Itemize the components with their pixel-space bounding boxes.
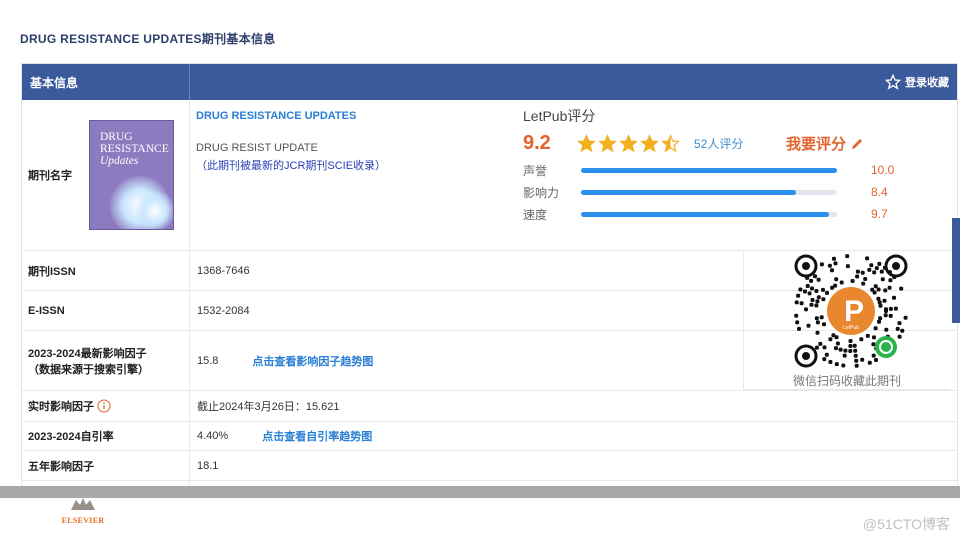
table-row-realtime-if: 实时影响因子 截止2024年3月26日：15.621	[22, 390, 957, 421]
star-outline-icon	[885, 74, 901, 90]
info-icon[interactable]	[97, 399, 111, 413]
rating-score: 9.2	[523, 131, 551, 154]
jcr-note: （此期刊被最新的JCR期刊SCIE收录）	[196, 160, 387, 172]
self-citation-label: 2023-2024自引率	[22, 422, 190, 450]
bookmark-label: 登录收藏	[905, 77, 949, 89]
star-full-icon	[640, 133, 659, 152]
realtime-if-label: 实时影响因子	[22, 391, 190, 421]
star-full-icon	[619, 133, 638, 152]
self-citation-value: 4.40%	[197, 430, 229, 442]
rating-bar-label: 声誉	[523, 163, 548, 178]
qr-logo-text: LetPub	[843, 325, 859, 331]
star-full-icon	[598, 133, 617, 152]
rating-bar-value: 9.7	[871, 207, 888, 221]
self-citation-trend-link[interactable]: 点击查看自引率趋势图	[262, 428, 372, 444]
header-label: 基本信息	[22, 64, 190, 100]
qr-caption: 微信扫码收藏此期刊	[792, 374, 901, 388]
qr-code-image[interactable]: P LetPub	[792, 252, 910, 370]
rating-bar-label: 速度	[523, 207, 548, 222]
issn-label: 期刊ISSN	[22, 251, 190, 290]
elsevier-logo: ELSEVIER	[60, 497, 106, 525]
rating-bar-value: 10.0	[871, 163, 895, 177]
rating-bar-track	[581, 167, 837, 173]
journal-title-block: DRUG RESISTANCE UPDATES DRUG RESIST UPDA…	[196, 110, 386, 173]
rating-bar-row: 声誉 10.0	[523, 159, 923, 181]
star-full-icon	[577, 133, 596, 152]
rating-bar-fill	[581, 211, 830, 217]
rating-bar-value: 8.4	[871, 185, 888, 199]
table-row-five-year-if: 五年影响因子 18.1	[22, 450, 957, 480]
qr-panel: P LetPub 微信扫码收藏此期刊	[743, 250, 950, 390]
five-year-if-label: 五年影响因子	[22, 451, 190, 480]
rate-button[interactable]: 我要评分	[786, 133, 864, 154]
journal-cover-image: DRUG RESISTANCE Updates	[89, 120, 174, 230]
watermark: @51CTO博客	[862, 516, 950, 532]
pencil-icon	[852, 138, 863, 149]
star-half-icon	[661, 133, 680, 152]
rating-bar-track	[581, 189, 837, 195]
viewer-divider	[0, 486, 960, 498]
rating-bar-row: 速度 9.7	[523, 203, 923, 225]
table-header: 基本信息 登录收藏	[22, 64, 957, 100]
bookmark-button[interactable]: 登录收藏	[190, 64, 957, 100]
impact-factor-value: 15.8	[197, 354, 219, 367]
rating-bar-fill	[581, 167, 837, 173]
rating-title: LetPub评分	[523, 108, 596, 124]
rating-panel: LetPub评分 9.2 52人评分 我要评分 声誉 10.0 影响力 8.4 速度 9.…	[523, 106, 923, 225]
impact-trend-link[interactable]: 点击查看影响因子趋势图	[252, 353, 373, 369]
rating-votes: 52人评分	[694, 136, 744, 151]
impact-factor-label: 2023-2024最新影响因子 （数据来源于搜索引擎）	[22, 331, 190, 390]
realtime-if-value: 截止2024年3月26日：15.621	[197, 401, 340, 413]
side-tab[interactable]	[952, 218, 960, 323]
page-title: DRUG RESISTANCE UPDATES期刊基本信息	[20, 32, 276, 46]
rating-bar-fill	[581, 189, 797, 195]
eissn-label: E-ISSN	[22, 291, 190, 330]
journal-abbreviation: DRUG RESIST UPDATE	[196, 142, 318, 154]
rating-stars	[577, 133, 680, 153]
rating-bar-label: 影响力	[523, 185, 560, 200]
qr-logo-letter: P	[844, 295, 864, 328]
table-row-self-citation: 2023-2024自引率 4.40% 点击查看自引率趋势图	[22, 421, 957, 450]
elsevier-tree-icon	[71, 498, 95, 510]
rating-bar-track	[581, 211, 837, 217]
five-year-if-value: 18.1	[197, 459, 219, 472]
rating-bar-row: 影响力 8.4	[523, 181, 923, 203]
journal-title: DRUG RESISTANCE UPDATES	[196, 110, 357, 122]
rating-bars: 声誉 10.0 影响力 8.4 速度 9.7	[523, 159, 923, 225]
